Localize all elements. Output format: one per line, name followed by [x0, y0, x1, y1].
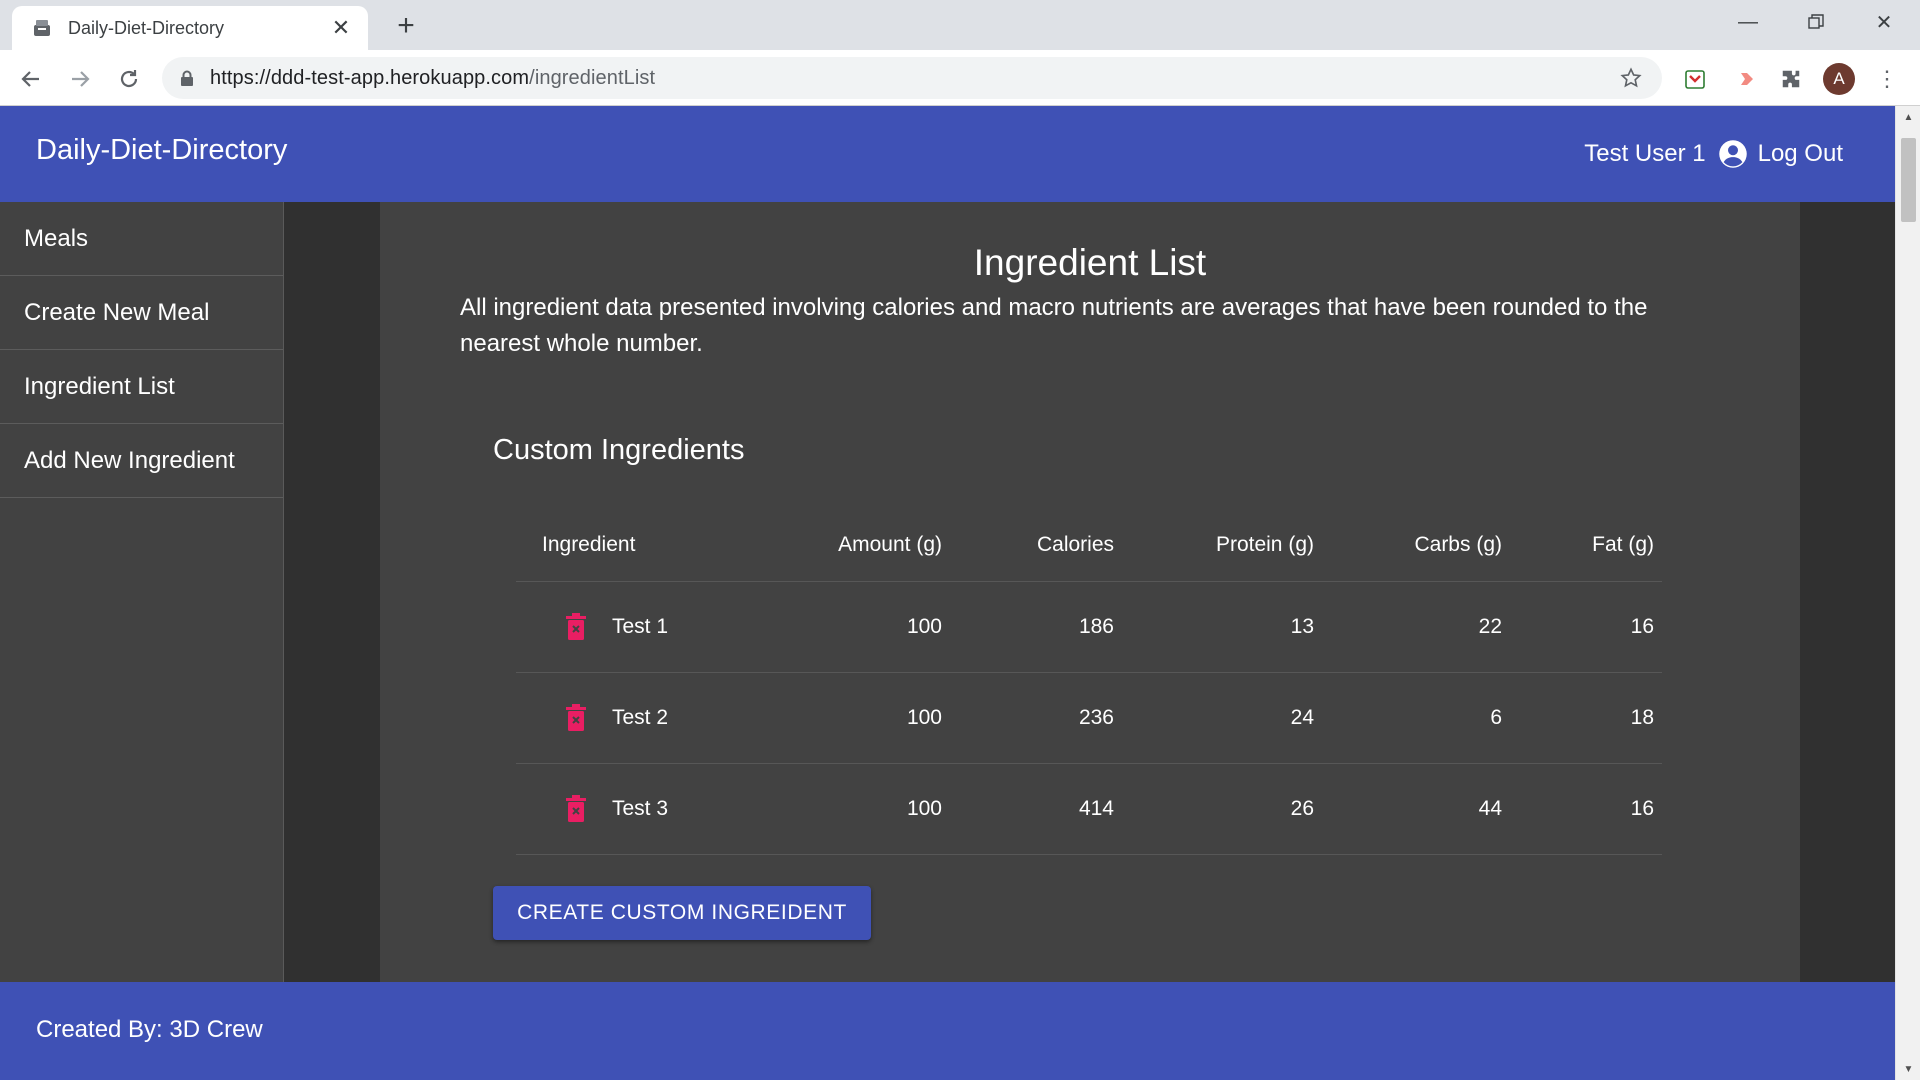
favicon-icon	[30, 16, 54, 40]
app-brand[interactable]: Daily-Diet-Directory	[36, 134, 287, 167]
disclaimer-text: All ingredient data presented involving …	[460, 294, 1648, 357]
new-tab-button[interactable]: +	[390, 9, 422, 42]
calories-cell: 236	[1078, 706, 1114, 729]
column-header-calories: Calories	[1036, 532, 1114, 556]
column-header-fat: Fat (g)	[1592, 532, 1654, 556]
delete-trash-icon[interactable]	[564, 794, 588, 824]
ingredients-table: Ingredient Amount (g) Calories Protein (…	[516, 508, 1662, 855]
protein-cell: 26	[1290, 797, 1314, 820]
user-area: Test User 1 Log Out	[1584, 128, 1843, 180]
footer-credit: Created By: 3D Crew	[36, 1016, 263, 1043]
table-row: Test 1 100 186 13 22 16	[516, 582, 1662, 673]
fat-cell: 16	[1630, 797, 1654, 820]
profile-avatar[interactable]: A	[1823, 63, 1855, 95]
page-scrollbar[interactable]: ▲ ▼	[1895, 106, 1920, 1080]
restore-icon[interactable]	[1782, 0, 1850, 44]
table-row: Test 3 100 414 26 44 16	[516, 764, 1662, 855]
scroll-down-icon[interactable]: ▼	[1896, 1058, 1920, 1080]
sidebar-item-add-new-ingredient[interactable]: Add New Ingredient	[0, 424, 283, 498]
user-name: Test User 1	[1584, 140, 1706, 167]
tab-title: Daily-Diet-Directory	[68, 17, 225, 38]
browser-tabstrip: Daily-Diet-Directory ✕ + — ✕	[0, 0, 1920, 50]
fat-cell: 18	[1630, 706, 1654, 729]
cast-extension-icon[interactable]	[1726, 62, 1760, 96]
carbs-cell: 6	[1490, 706, 1502, 729]
scrollbar-thumb[interactable]	[1901, 138, 1916, 222]
app-footer: Created By: 3D Crew	[0, 982, 1895, 1080]
sidebar-item-create-new-meal[interactable]: Create New Meal	[0, 276, 283, 350]
sidebar: Meals Create New Meal Ingredient List Ad…	[0, 202, 284, 982]
app-header: Daily-Diet-Directory Test User 1 Log Out	[0, 106, 1895, 202]
reload-icon[interactable]	[112, 62, 146, 96]
protein-cell: 13	[1290, 615, 1314, 638]
calories-cell: 186	[1078, 615, 1114, 638]
close-icon[interactable]: ✕	[328, 15, 354, 41]
protein-cell: 24	[1290, 706, 1314, 729]
bookmark-star-icon[interactable]	[1618, 65, 1644, 91]
sidebar-item-ingredient-list[interactable]: Ingredient List	[0, 350, 283, 424]
window-close-icon[interactable]: ✕	[1850, 0, 1918, 44]
section-title: Custom Ingredients	[493, 434, 745, 466]
create-custom-ingredient-button[interactable]: CREATE CUSTOM INGREIDENT	[493, 886, 871, 940]
ingredient-name: Test 3	[612, 797, 669, 820]
address-bar[interactable]: https://ddd-test-app.herokuapp.com/ingre…	[162, 57, 1662, 99]
column-header-protein: Protein (g)	[1215, 532, 1314, 556]
amount-cell: 100	[906, 797, 942, 820]
page-viewport: Daily-Diet-Directory Test User 1 Log Out…	[0, 106, 1920, 1080]
column-header-ingredient: Ingredient	[542, 532, 636, 556]
carbs-cell: 44	[1478, 797, 1502, 820]
logout-label: Log Out	[1757, 140, 1843, 167]
browser-menu-icon[interactable]: ⋮	[1872, 62, 1902, 96]
delete-trash-icon[interactable]	[564, 703, 588, 733]
pocket-extension-icon[interactable]	[1678, 62, 1712, 96]
browser-tab[interactable]: Daily-Diet-Directory ✕	[12, 6, 368, 50]
lock-icon	[180, 69, 196, 87]
column-header-amount: Amount (g)	[838, 532, 942, 556]
ingredient-name: Test 2	[612, 706, 669, 729]
browser-toolbar: https://ddd-test-app.herokuapp.com/ingre…	[0, 50, 1920, 106]
fat-cell: 16	[1630, 615, 1654, 638]
account-circle-icon	[1718, 140, 1747, 168]
ingredient-name: Test 1	[612, 615, 669, 638]
table-row: Test 2 100 236 24 6 18	[516, 673, 1662, 764]
amount-cell: 100	[906, 706, 942, 729]
amount-cell: 100	[906, 615, 942, 638]
back-icon[interactable]	[14, 62, 48, 96]
table-header: Ingredient Amount (g) Calories Protein (…	[516, 508, 1662, 582]
scroll-up-icon[interactable]: ▲	[1896, 106, 1920, 128]
url-text: https://ddd-test-app.herokuapp.com/ingre…	[210, 66, 656, 89]
sidebar-item-meals[interactable]: Meals	[0, 202, 283, 276]
forward-icon[interactable]	[63, 62, 97, 96]
main-card: Ingredient List All ingredient data pres…	[380, 202, 1800, 982]
minimize-icon[interactable]: —	[1714, 0, 1782, 44]
delete-trash-icon[interactable]	[564, 612, 588, 642]
calories-cell: 414	[1078, 797, 1114, 820]
page-title: Ingredient List	[973, 242, 1207, 283]
logout-button[interactable]: Log Out	[1718, 139, 1843, 169]
carbs-cell: 22	[1478, 615, 1502, 638]
column-header-carbs: Carbs (g)	[1414, 532, 1502, 556]
extensions-puzzle-icon[interactable]	[1774, 62, 1808, 96]
